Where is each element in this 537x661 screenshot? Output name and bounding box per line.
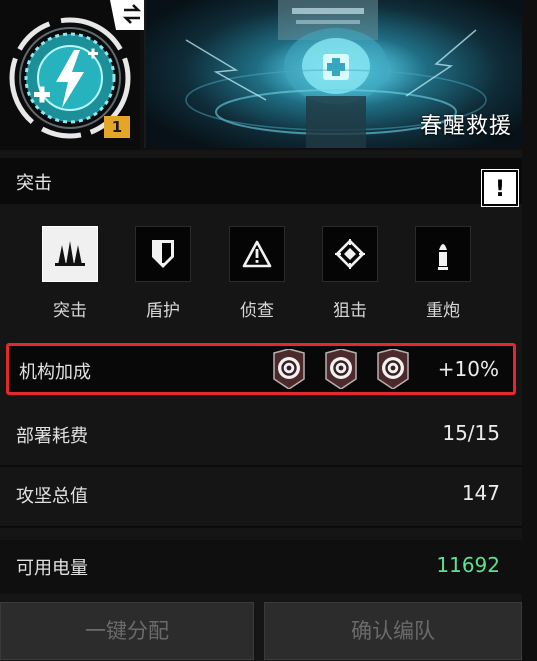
available-power-row: 可用电量 11692 (0, 540, 522, 594)
class-label: 盾护 (146, 301, 180, 321)
crosshair-icon (322, 226, 378, 282)
assault-total-row: 攻坚总值 147 (0, 468, 522, 522)
header: 1 春醒救援 (0, 0, 537, 150)
auto-assign-button[interactable]: 一键分配 (0, 602, 254, 660)
assault-total-label: 攻坚总值 (16, 486, 88, 507)
bonus-label: 机构加成 (19, 362, 91, 383)
class-tab-recon[interactable]: 侦查 (222, 226, 292, 326)
warning-triangle-icon (229, 226, 285, 282)
event-banner[interactable]: 春醒救援 (144, 0, 522, 148)
organization-emblem-icon (325, 349, 357, 389)
class-tab-shield[interactable]: 盾护 (128, 226, 198, 326)
assault-icon (42, 226, 98, 282)
class-label: 重炮 (426, 301, 460, 321)
level-badge: 1 (104, 116, 130, 138)
assault-total-value: 147 (461, 481, 500, 505)
panel-title-bar: 突击 ! (0, 158, 522, 207)
class-label: 突击 (53, 301, 87, 321)
class-tab-sniper[interactable]: 狙击 (315, 226, 385, 326)
deploy-cost-value: 15/15 (442, 421, 500, 445)
organization-bonus-row: 机构加成 +10% (6, 343, 516, 395)
class-tab-assault[interactable]: 突击 (35, 226, 105, 326)
divider (0, 465, 522, 467)
class-tab-artillery[interactable]: 重炮 (408, 226, 478, 326)
available-power-value: 11692 (436, 553, 500, 577)
class-label: 侦查 (240, 301, 274, 321)
confirm-formation-button[interactable]: 确认编队 (264, 602, 522, 660)
deploy-cost-label: 部署耗费 (16, 426, 88, 447)
bonus-icons (271, 349, 411, 389)
squad-panel: 突击 ! 突击 盾护 侦查 狙击 重炮 机构加成 +10% 部署耗费 15/15… (0, 150, 522, 661)
bonus-value: +10% (437, 357, 499, 381)
deploy-cost-row: 部署耗费 15/15 (0, 408, 522, 462)
organization-emblem-icon (273, 349, 305, 389)
organization-emblem-icon (377, 349, 409, 389)
shield-icon (135, 226, 191, 282)
action-buttons: 一键分配 确认编队 (0, 598, 522, 661)
available-power-label: 可用电量 (16, 558, 88, 579)
info-button[interactable]: ! (481, 169, 519, 207)
divider (0, 526, 522, 528)
panel-title: 突击 (16, 173, 52, 194)
class-selector: 突击 盾护 侦查 狙击 重炮 (0, 226, 522, 326)
class-label: 狙击 (333, 301, 367, 321)
banner-title: 春醒救援 (419, 114, 512, 139)
bullet-icon (415, 226, 471, 282)
